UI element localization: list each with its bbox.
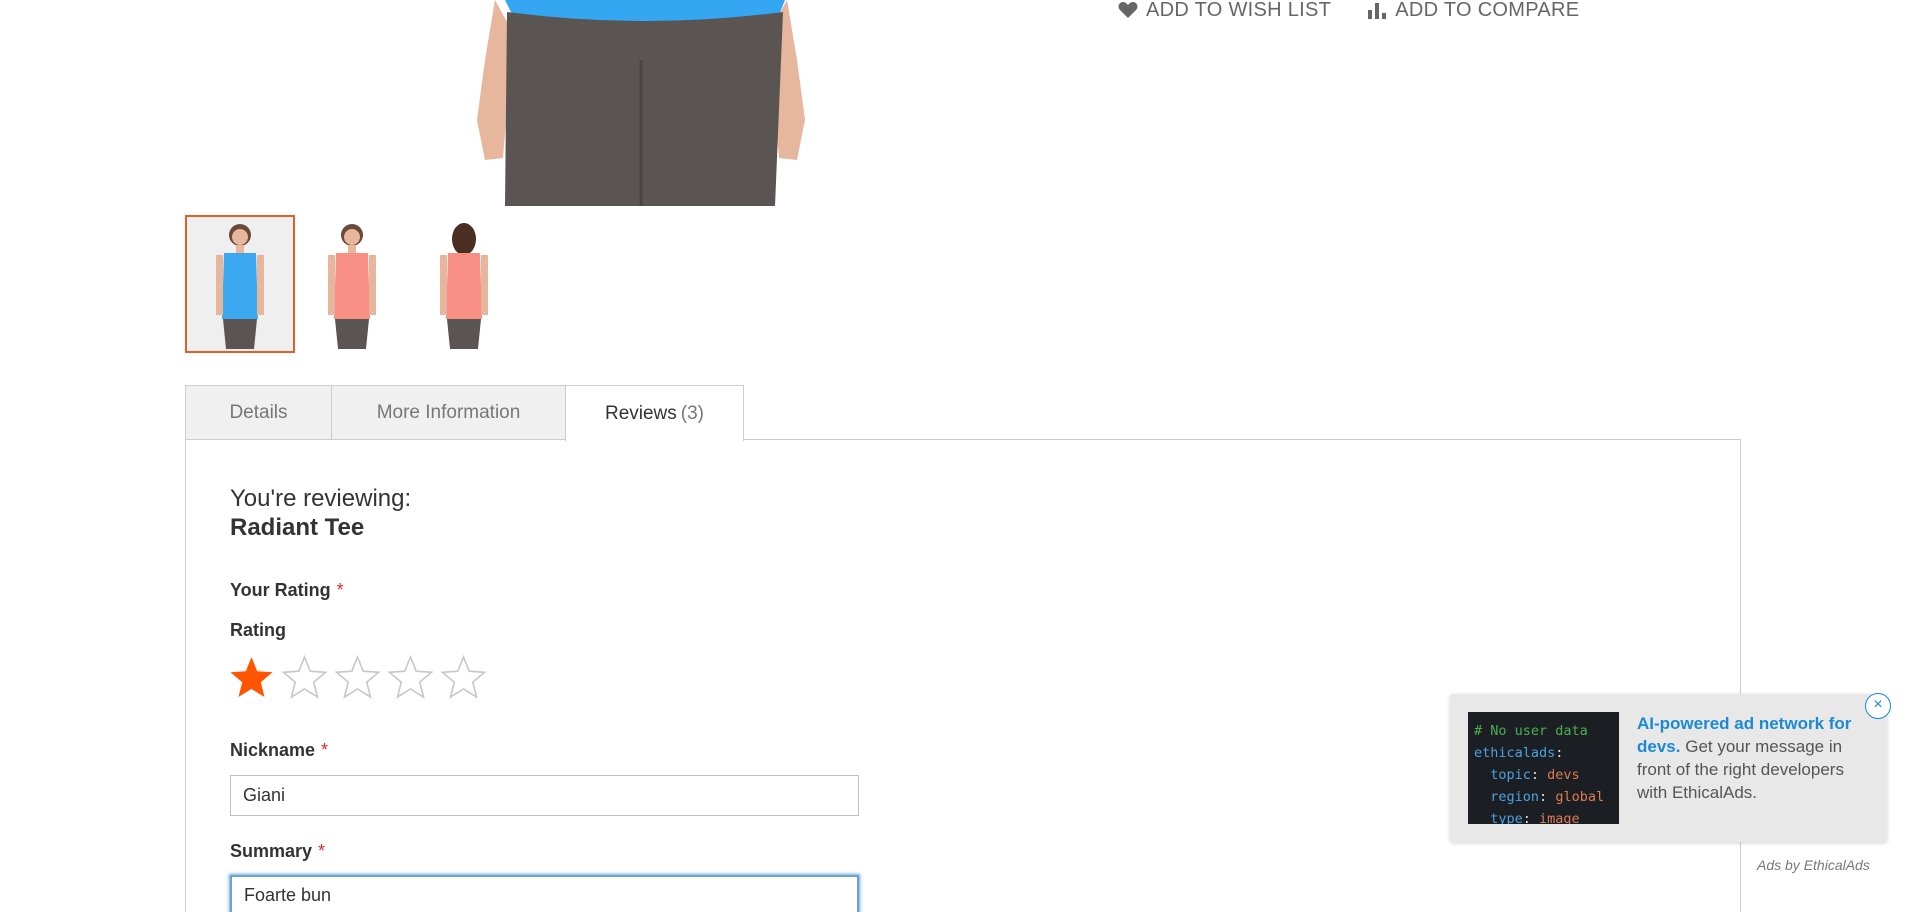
ad-code-key: ethicalads xyxy=(1474,745,1556,761)
nickname-text: Nickname xyxy=(230,740,316,760)
gallery-thumbnails xyxy=(185,215,519,353)
product-info-tabs: Details More Information Reviews (3) xyxy=(185,385,744,441)
required-asterisk: * xyxy=(321,740,329,760)
tab-more-information-label: More Information xyxy=(376,401,521,423)
tab-details-label: Details xyxy=(229,401,288,423)
heart-icon xyxy=(1118,1,1138,19)
ad-code-value: global xyxy=(1555,789,1605,805)
ad-code-value: image xyxy=(1539,811,1580,824)
reviewing-product-name: Radiant Tee xyxy=(230,514,365,541)
tab-more-information[interactable]: More Information xyxy=(331,385,565,440)
rating-star-5-empty-icon[interactable] xyxy=(440,654,487,701)
add-to-compare-link[interactable]: ADD TO COMPARE xyxy=(1367,0,1579,22)
compare-chart-icon xyxy=(1367,1,1387,19)
ad-attribution-link[interactable]: Ads by EthicalAds xyxy=(1757,857,1870,873)
tab-details[interactable]: Details xyxy=(185,385,331,440)
main-product-image[interactable] xyxy=(445,0,845,206)
required-asterisk: * xyxy=(318,841,326,861)
required-asterisk: * xyxy=(336,580,344,600)
rating-star-2-empty-icon[interactable] xyxy=(281,654,328,701)
thumbnail-pink-back[interactable] xyxy=(409,215,519,353)
ad-code-image[interactable]: # No user data ethicalads: topic: devs r… xyxy=(1468,712,1619,824)
reviewing-legend: You're reviewing: xyxy=(230,485,412,512)
wishlist-label: ADD TO WISH LIST xyxy=(1146,0,1332,21)
ad-text[interactable]: AI-powered ad network for devs. Get your… xyxy=(1637,712,1877,804)
ad-code-key: region xyxy=(1490,789,1540,805)
add-to-wishlist-link[interactable]: ADD TO WISH LIST xyxy=(1118,0,1331,22)
tab-reviews-label: Reviews xyxy=(604,402,677,424)
ad-code-key: topic xyxy=(1490,767,1531,783)
product-social-actions: ADD TO WISH LIST ADD TO COMPARE xyxy=(1118,0,1579,22)
rating-stars xyxy=(228,654,487,701)
reviews-count: (3) xyxy=(680,402,705,424)
rating-star-3-empty-icon[interactable] xyxy=(334,654,381,701)
rating-sublabel: Rating xyxy=(230,620,286,640)
ad-code-comment: # No user data xyxy=(1474,723,1588,739)
thumbnail-blue-front[interactable] xyxy=(185,215,295,353)
rating-star-4-empty-icon[interactable] xyxy=(387,654,434,701)
summary-label: Summary * xyxy=(230,841,325,862)
your-rating-text: Your Rating xyxy=(230,580,331,600)
your-rating-label: Your Rating * xyxy=(230,580,344,601)
rating-star-1-filled-icon[interactable] xyxy=(228,654,275,701)
tab-reviews[interactable]: Reviews (3) xyxy=(565,385,744,441)
summary-text: Summary xyxy=(230,841,313,861)
compare-label: ADD TO COMPARE xyxy=(1395,0,1580,21)
ad-close-button[interactable]: × xyxy=(1865,693,1891,719)
ad-code-value: devs xyxy=(1547,767,1580,783)
nickname-field[interactable] xyxy=(230,775,859,816)
ad-code-key: type xyxy=(1490,811,1523,824)
thumbnail-pink-front[interactable] xyxy=(297,215,407,353)
ethicalads-banner[interactable]: # No user data ethicalads: topic: devs r… xyxy=(1450,694,1887,842)
summary-field[interactable] xyxy=(230,875,859,912)
nickname-label: Nickname * xyxy=(230,740,328,761)
